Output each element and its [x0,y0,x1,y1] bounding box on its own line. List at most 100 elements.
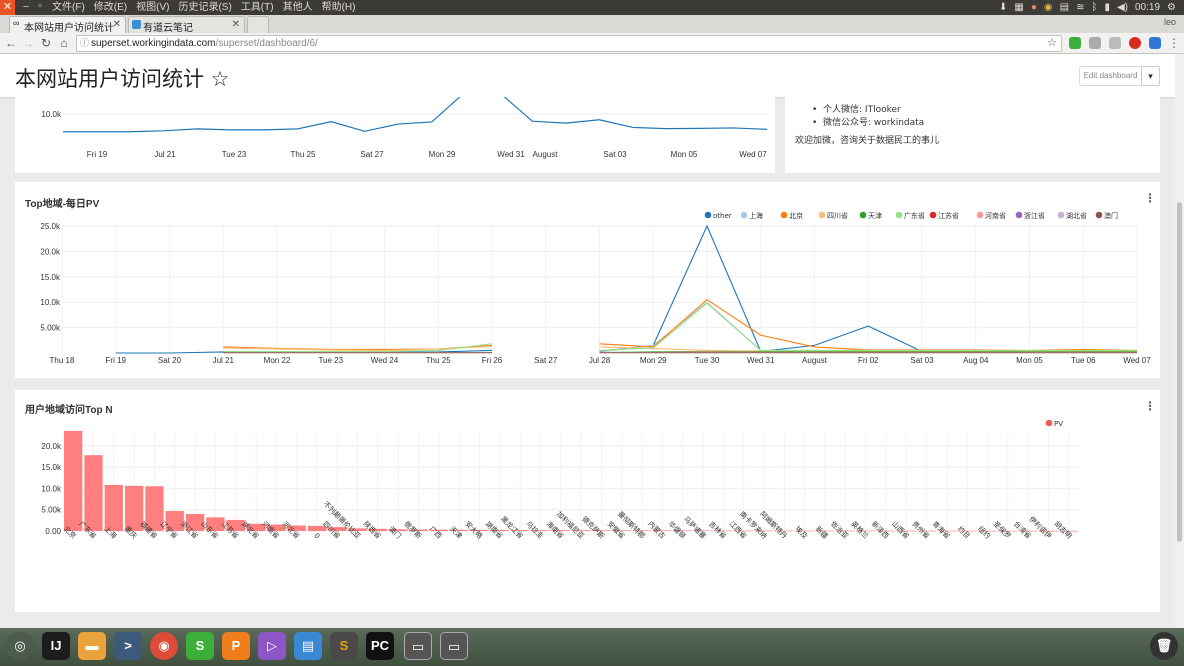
tab-youdao-note[interactable]: 有道云笔记 ✕ [128,16,245,33]
y-tick-label: 10.0k [41,484,62,493]
bookmark-star-icon[interactable]: ☆ [1047,36,1057,51]
x-tick-label: 伊利诺伊 [1027,514,1053,540]
keyboard-icon[interactable]: ▦ [1014,1,1023,14]
record-icon[interactable]: ● [1031,1,1037,14]
volume-icon[interactable]: ◀) [1117,1,1128,14]
region-daily-pv-chart: 25.0k 20.0k 15.0k 10.0k 5.00k Thu 18 Fri 19 Sat… [40,211,1151,365]
menu-icon[interactable]: ⋮ [1166,35,1182,51]
minimize-icon[interactable]: – [20,1,32,13]
sublime-icon[interactable]: S [330,632,358,660]
media-player-icon[interactable]: ▷ [258,632,286,660]
tab-dashboard[interactable]: ∞ 本网站用户访问统计 ✕ [9,16,126,33]
y-tick-label: 20.0k [41,442,62,451]
region-top-n-bar-chart: 20.0k15.0k10.0k5.00k0.00 北京 广东省 上海 重庆 福建省 辽宁省浙… [41,419,1079,541]
scroll-thumb[interactable] [1177,202,1182,542]
wifi-icon[interactable]: ≋ [1076,1,1084,14]
info-icon[interactable]: ⓘ [80,36,89,51]
x-tick-label: 内蒙古 [646,519,667,540]
legend-label: 湖北省 [1066,211,1087,220]
bluetooth-icon[interactable]: ᛒ [1091,1,1097,14]
menu-item[interactable]: 视图(V) [136,1,169,14]
calendar-icon[interactable]: ▤ [1060,1,1069,14]
url-path: /superset/dashboard/6/ [215,38,318,49]
x-tick-label: Tue 23 [222,150,247,159]
y-tick-label: 0.00 [45,527,61,536]
close-tab-icon[interactable]: ✕ [232,19,240,30]
settings-gear-icon[interactable]: ⚙ [1167,1,1176,14]
intellij-icon[interactable]: IJ [42,632,70,660]
new-tab-button[interactable] [247,16,269,33]
x-tick-label: Thu 18 [50,356,75,365]
x-tick-label: 黑龙江省 [499,514,525,540]
app-menu: 文件(F) 修改(E) 视图(V) 历史记录(S) 工具(T) 其他人 帮助(H) [52,1,355,14]
home-icon[interactable]: ⌂ [56,35,72,51]
x-tick-label: Sat 27 [534,356,558,365]
profile-name[interactable]: leo [1164,17,1176,27]
menu-item[interactable]: 历史记录(S) [178,1,231,14]
x-tick-label: Wed 31 [497,150,525,159]
forward-icon[interactable]: → [20,35,36,51]
x-tick-label: 胡志明 [1053,519,1074,540]
window-thumbnail-icon[interactable]: ▭ [440,632,468,660]
x-tick-label: Aug 04 [963,356,989,365]
x-tick-label: Jul 28 [589,356,611,365]
x-tick-label: Wed 24 [371,356,399,365]
adblock-ext-icon[interactable] [1129,37,1141,49]
translate-ext-icon[interactable] [1149,37,1161,49]
x-tick-label: 埃及 [793,524,809,540]
top-line-chart: 10.0k Fri 19 Jul 21 Tue 23 Thu 25 Sat 27 Mon 2… [41,97,767,159]
scrollbar[interactable] [1175,54,1184,628]
x-tick-label: 贵州省 [910,519,931,540]
x-tick-label: 圣保罗 [992,519,1013,540]
menu-item[interactable]: 其他人 [283,1,313,14]
y-tick-label: 20.0k [40,247,61,256]
dropbox-icon[interactable]: ⬇ [999,1,1007,14]
menu-item[interactable]: 帮助(H) [322,1,356,14]
legend-label: 澳门 [1104,211,1118,220]
region-top-n-panel: 用户地域访问Top N ⋮ 20.0k 15.0k 10.0k 5.00k 0.00 北京… [15,390,1160,612]
close-tab-icon[interactable]: ✕ [113,19,121,30]
reload-icon[interactable]: ↻ [38,35,54,51]
legend-marker [859,211,867,219]
system-tray: ⬇ ▦ ● ◉ ▤ ≋ ᛒ ▮ ◀) 00:19 ⚙ [999,1,1176,14]
x-tick-label: 约旦 [956,524,972,540]
files-folder-icon[interactable]: ▬ [78,632,106,660]
menu-item[interactable]: 修改(E) [94,1,127,14]
x-tick-label: Tue 30 [695,356,720,365]
menu-item[interactable]: 文件(F) [52,1,85,14]
clock[interactable]: 00:19 [1135,1,1160,14]
file-manager-icon[interactable]: ▤ [294,632,322,660]
evernote-ext-icon[interactable] [1069,37,1081,49]
chrome-icon[interactable]: ◉ [150,632,178,660]
legend-label: PV [1054,420,1063,428]
chrome-tray-icon[interactable]: ◉ [1044,1,1053,14]
pycharm-icon[interactable]: PC [366,632,394,660]
close-window-icon[interactable]: ✕ [0,0,15,15]
region-daily-pv-panel: Top地域-每日PV ⋮ 25.0k 20.0k 15.0k 10.0k 5.00k Th… [15,182,1160,378]
dashboard-actions-dropdown[interactable]: ▾ [1141,66,1160,86]
extension-icon[interactable] [1089,37,1101,49]
menu-item[interactable]: 工具(T) [241,1,274,14]
terminal-icon[interactable]: > [114,632,142,660]
wechat-line: • 个人微信: ITlooker [812,105,901,115]
battery-icon[interactable]: ▮ [1104,1,1110,14]
maximize-icon[interactable]: ▫ [34,1,46,13]
x-tick-label: Wed 31 [747,356,775,365]
search-app-icon[interactable]: ◎ [6,632,34,660]
legend-marker [780,211,788,219]
url-input[interactable]: ⓘ superset.workingindata.com/superset/da… [76,35,1062,52]
slides-app-icon[interactable]: S [186,632,214,660]
window-thumbnail-icon[interactable]: ▭ [404,632,432,660]
x-tick-label: Mon 05 [671,150,698,159]
x-tick-label: Tue 06 [1071,356,1096,365]
x-tick-label: 天津 [448,525,464,541]
legend-marker [704,211,712,219]
back-icon[interactable]: ← [3,35,19,51]
presentation-app-icon[interactable]: P [222,632,250,660]
wechat-official-line: • 微信公众号: workindata [812,118,925,128]
navigation-bar: ← → ↻ ⌂ ⓘ superset.workingindata.com/sup… [0,33,1184,54]
x-tick-label: 新疆 [814,524,830,540]
edit-dashboard-button[interactable]: Edit dashboard [1079,66,1142,86]
trash-icon[interactable]: 🗑 [1150,632,1178,660]
download-ext-icon[interactable] [1109,37,1121,49]
